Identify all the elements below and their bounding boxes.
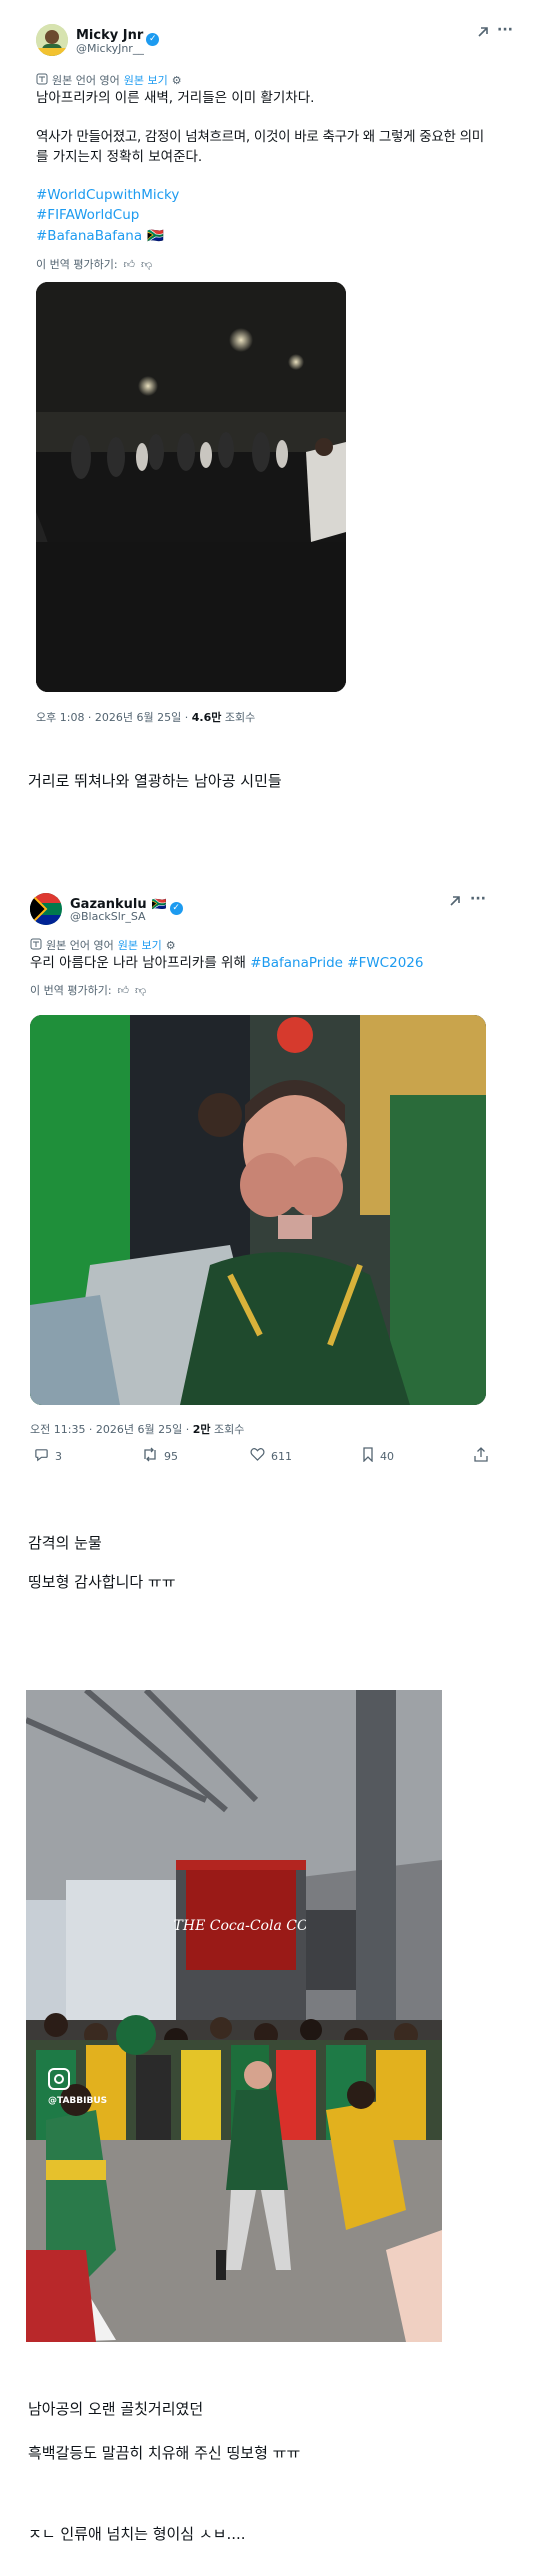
retweet-count: 95: [164, 1450, 178, 1463]
retweet-icon: [142, 1447, 158, 1466]
more-icon[interactable]: ···: [470, 891, 486, 907]
instagram-tag: @TABBIBUS: [48, 2096, 108, 2106]
thumbs-down-icon[interactable]: 👎︎: [141, 258, 152, 271]
post-caption: 띵보형 감사합니다 ㅠㅠ: [28, 1573, 176, 1591]
more-icon[interactable]: ···: [497, 22, 513, 38]
instagram-icon: [48, 2068, 70, 2090]
thumbs-up-icon[interactable]: 👍︎: [118, 984, 130, 997]
author-handle[interactable]: @MickyJnr__: [76, 42, 144, 55]
post-caption: ㅈㄴ 인류애 넘치는 형이심 ㅅㅂ....: [28, 2525, 246, 2543]
tweet-photo[interactable]: [30, 1015, 486, 1405]
original-language-note: 원본 언어 영어: [46, 939, 114, 952]
like-count: 611: [271, 1449, 292, 1463]
embedded-video[interactable]: THE Coca-Cola CO @TABBIBUS: [26, 1690, 442, 2342]
hashtag-link[interactable]: #FIFAWorldCup: [36, 205, 139, 226]
post-caption: 감격의 눈물: [28, 1534, 102, 1552]
grok-icon[interactable]: [448, 894, 462, 912]
thumbs-down-icon[interactable]: 👎︎: [135, 984, 146, 997]
tweet-body-line: 남아프리카의 이른 새벽, 거리들은 이미 활기차다.: [36, 90, 315, 106]
post-caption: 흑백갈등도 말끔히 치유해 주신 띵보형 ㅠㅠ: [28, 2444, 301, 2462]
like-icon: [250, 1447, 265, 1465]
view-original-link[interactable]: 원본 보기: [124, 72, 168, 88]
grok-icon[interactable]: [476, 25, 490, 43]
tweet-timestamp[interactable]: 오전 11:35 · 2026년 6월 25일 ·: [30, 1423, 189, 1436]
hashtag-link[interactable]: #BafanaPride #FWC2026: [250, 955, 423, 971]
author-handle[interactable]: @BlackSlr_SA: [70, 910, 146, 923]
settings-icon[interactable]: ⚙: [166, 939, 176, 952]
share-button[interactable]: [474, 1447, 488, 1466]
verified-badge-icon: ✓: [169, 902, 183, 915]
post-caption: 남아공의 오랜 골칫거리였던: [28, 2400, 204, 2418]
bookmark-count: 40: [380, 1450, 394, 1463]
bookmark-button[interactable]: 40: [362, 1447, 394, 1466]
flag-emoji: 🇿🇦: [151, 897, 167, 911]
avatar[interactable]: [30, 893, 62, 925]
view-count-label: 조회수: [214, 1423, 245, 1436]
translate-icon: [30, 938, 42, 953]
rate-translation-label: 이 번역 평가하기:: [36, 258, 118, 271]
original-language-note: 원본 언어 영어: [52, 74, 120, 87]
tweet-video[interactable]: [36, 282, 346, 692]
translate-icon: [36, 73, 48, 88]
view-count: 4.6만: [191, 711, 222, 724]
retweet-button[interactable]: 95: [142, 1447, 178, 1466]
share-icon: [474, 1447, 488, 1466]
post-caption: 거리로 뛰쳐나와 열광하는 남아공 시민들: [28, 772, 282, 790]
view-original-link[interactable]: 원본 보기: [118, 937, 162, 953]
tweet-body-text: 우리 아름다운 나라 남아프리카를 위해: [30, 955, 246, 971]
reply-button[interactable]: 3: [34, 1447, 62, 1466]
settings-icon[interactable]: ⚙: [172, 74, 182, 87]
hashtag-link[interactable]: #BafanaBafana: [36, 228, 142, 244]
reply-icon: [34, 1447, 49, 1466]
rate-translation-label: 이 번역 평가하기:: [30, 984, 112, 997]
like-button[interactable]: 611: [250, 1447, 292, 1465]
hashtag-link[interactable]: #WorldCupwithMicky: [36, 185, 179, 206]
flag-emoji: 🇿🇦: [147, 228, 164, 244]
view-count: 2만: [192, 1423, 211, 1436]
tweet-body-line: 역사가 만들어졌고, 감정이 넘쳐흐르며, 이것이 바로 축구가 왜 그렇게 중…: [36, 129, 484, 145]
tweet-timestamp[interactable]: 오후 1:08 · 2026년 6월 25일 ·: [36, 711, 188, 724]
bookmark-icon: [362, 1447, 374, 1466]
reply-count: 3: [55, 1450, 62, 1463]
coca-cola-banner-text: THE Coca-Cola CO: [174, 1918, 309, 1934]
tweet-body-line: 를 가지는지 정확히 보여준다.: [36, 149, 203, 165]
verified-badge-icon: ✓: [146, 33, 160, 46]
view-count-label: 조회수: [224, 711, 256, 724]
avatar[interactable]: [36, 24, 68, 56]
thumbs-up-icon[interactable]: 👍︎: [124, 258, 136, 271]
author-name[interactable]: Micky Jnr: [76, 28, 143, 43]
